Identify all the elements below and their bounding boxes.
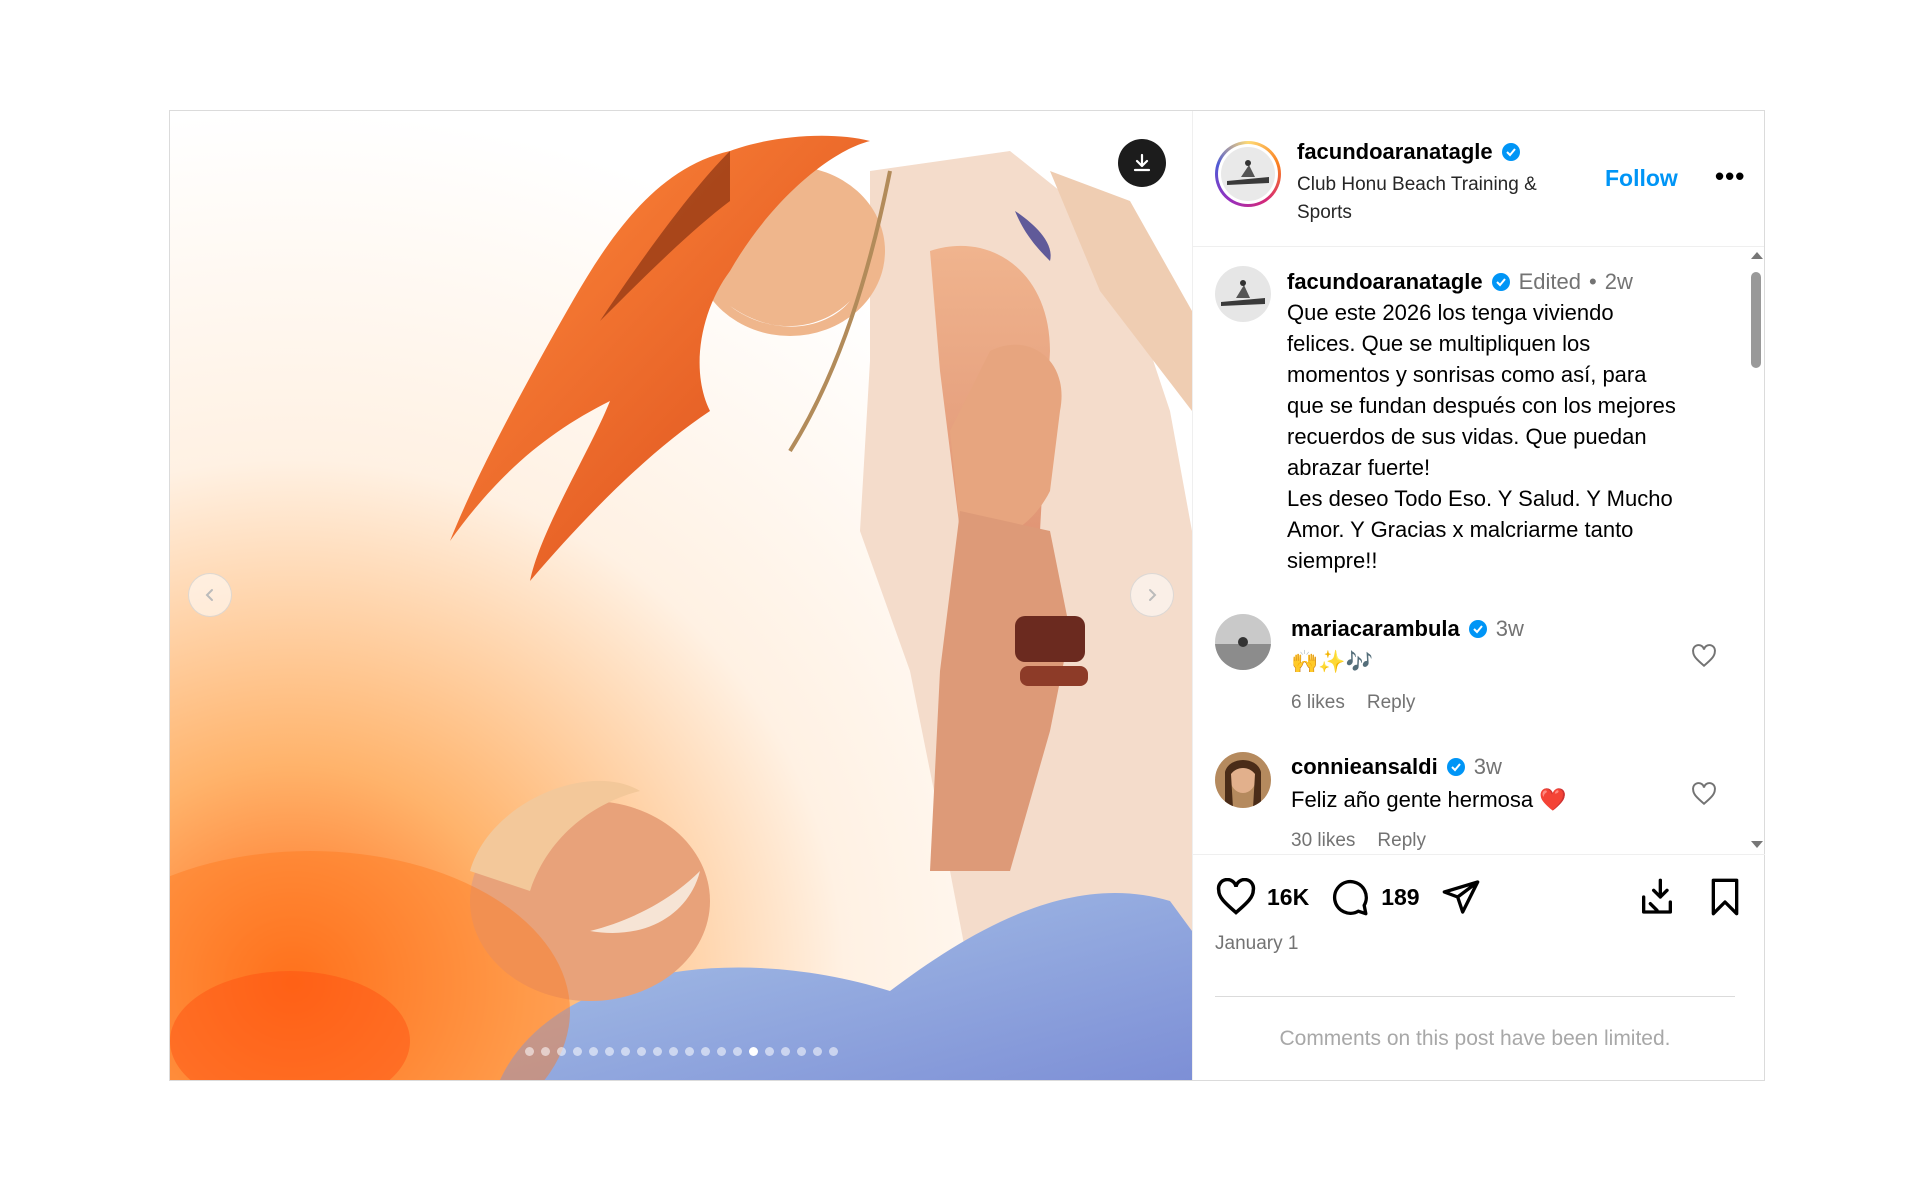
slide-dot: [780, 1047, 790, 1056]
comment-username[interactable]: mariacarambula: [1291, 614, 1460, 644]
comments-limited-text: Comments on this post have been limited.: [1279, 1027, 1671, 1050]
caption-text: Que este 2026 los tenga viviendo felices…: [1287, 300, 1676, 573]
caption-time[interactable]: 2w: [1605, 266, 1633, 297]
slide-dot: [700, 1047, 710, 1056]
scroll-up-arrow-icon[interactable]: [1751, 252, 1763, 259]
download-icon: [1133, 153, 1151, 172]
comment-count[interactable]: 189: [1381, 884, 1419, 911]
bookmark-icon: [1711, 878, 1739, 916]
slide-dot: [604, 1047, 614, 1056]
comment-reply-button[interactable]: Reply: [1367, 692, 1416, 714]
author-username-row: facundoaranatagle: [1297, 139, 1567, 165]
caption-avatar[interactable]: [1215, 266, 1271, 322]
comments-section[interactable]: facundoaranatagle Edited • 2w Que este 2…: [1193, 248, 1765, 853]
comment-item: mariacarambula 3w 🙌✨🎶 6 likes Reply: [1193, 614, 1765, 714]
meta-separator: •: [1589, 269, 1597, 294]
author-story-ring[interactable]: [1215, 141, 1281, 207]
comment-time[interactable]: 3w: [1474, 752, 1502, 782]
post-caption: facundoaranatagle Edited • 2w Que este 2…: [1193, 248, 1765, 576]
post-date[interactable]: January 1: [1215, 933, 1743, 955]
edited-label: Edited: [1518, 269, 1581, 294]
comment-time[interactable]: 3w: [1496, 614, 1524, 644]
verified-badge-icon: [1446, 758, 1465, 776]
slide-dot: [652, 1047, 662, 1056]
slide-dot: [620, 1047, 630, 1056]
comment-likes[interactable]: 6 likes: [1291, 692, 1345, 714]
previous-slide-button[interactable]: [188, 573, 232, 617]
slide-dot: [716, 1047, 726, 1056]
comment-username[interactable]: connieansaldi: [1291, 752, 1438, 782]
share-button[interactable]: [1440, 877, 1482, 917]
save-button[interactable]: [1707, 877, 1743, 917]
verified-badge-icon: [1468, 620, 1487, 638]
next-slide-button[interactable]: [1130, 573, 1174, 617]
chevron-left-icon: [205, 589, 213, 601]
slide-dot: [796, 1047, 806, 1056]
comment-text: Feliz año gente hermosa ❤️: [1291, 787, 1567, 812]
post-header: facundoaranatagle Club Honu Beach Traini…: [1193, 111, 1764, 247]
verified-badge-icon: [1501, 143, 1520, 161]
send-icon: [1442, 880, 1479, 914]
more-options-icon[interactable]: •••: [1715, 161, 1745, 192]
comment-button[interactable]: 189: [1329, 877, 1420, 917]
comment-reply-button[interactable]: Reply: [1377, 830, 1426, 852]
post-actions: 16K 189 January 1: [1193, 854, 1765, 955]
post-photo: [170, 111, 1192, 1080]
slide-dot: [764, 1047, 774, 1056]
slide-dot: [812, 1047, 822, 1056]
commenter-avatar[interactable]: [1215, 614, 1271, 670]
slide-dot: [684, 1047, 694, 1056]
author-username[interactable]: facundoaranatagle: [1297, 139, 1493, 165]
chevron-right-icon: [1149, 589, 1157, 601]
follow-button[interactable]: Follow: [1605, 165, 1678, 192]
slide-dot: [588, 1047, 598, 1056]
commenter-avatar[interactable]: [1215, 752, 1271, 808]
slide-dot: [748, 1047, 758, 1056]
comment-likes[interactable]: 30 likes: [1291, 830, 1355, 852]
author-avatar: [1221, 147, 1275, 201]
comment-bubble-icon: [1333, 879, 1369, 916]
slide-dot: [732, 1047, 742, 1056]
download-tray-icon: [1642, 878, 1672, 914]
comment-item: connieansaldi 3w Feliz año gente hermosa…: [1193, 752, 1765, 852]
heart-icon: [1216, 878, 1256, 915]
slide-dot: [668, 1047, 678, 1056]
slide-dot: [556, 1047, 566, 1056]
comment-like-heart-icon[interactable]: [1691, 644, 1717, 668]
verified-badge-icon: [1491, 272, 1510, 291]
comments-limited-notice: Comments on this post have been limited.: [1215, 996, 1735, 1051]
comment-like-heart-icon[interactable]: [1691, 782, 1717, 806]
slide-dot: [572, 1047, 582, 1056]
post-sidebar: facundoaranatagle Club Honu Beach Traini…: [1192, 111, 1765, 1080]
scroll-thumb[interactable]: [1751, 272, 1761, 368]
slide-indicator: [170, 1047, 1192, 1056]
download-post-button[interactable]: [1637, 877, 1677, 917]
slide-dot: [828, 1047, 838, 1056]
slide-dot: [540, 1047, 550, 1056]
caption-username[interactable]: facundoaranatagle: [1287, 266, 1483, 297]
post-modal: facundoaranatagle Club Honu Beach Traini…: [169, 110, 1765, 1081]
like-count[interactable]: 16K: [1267, 884, 1309, 911]
comment-text: 🙌✨🎶: [1291, 649, 1374, 674]
author-subtitle[interactable]: Club Honu Beach Training & Sports: [1297, 171, 1567, 227]
download-button[interactable]: [1118, 139, 1166, 187]
slide-dot: [636, 1047, 646, 1056]
slide-dot: [524, 1047, 534, 1056]
like-button[interactable]: 16K: [1215, 878, 1309, 916]
post-media[interactable]: [170, 111, 1192, 1080]
